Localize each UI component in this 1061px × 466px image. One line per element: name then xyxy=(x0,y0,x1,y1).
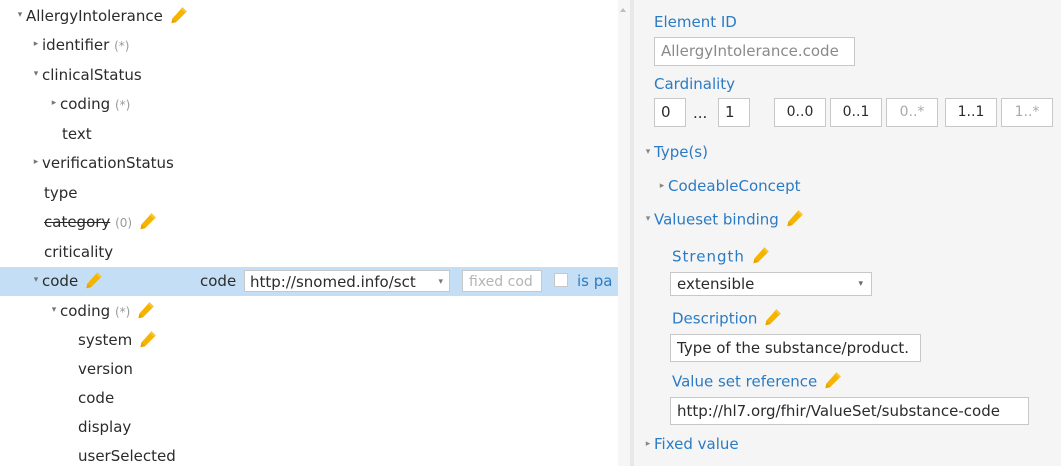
cardinality-hint: (*) xyxy=(114,305,131,319)
chevron-down-icon: ▾ xyxy=(438,277,443,287)
chevron-down-icon[interactable]: ▾ xyxy=(48,296,60,325)
valueset-binding-section-header[interactable]: ▾ Valueset binding xyxy=(642,210,805,230)
chevron-down-icon: ▾ xyxy=(858,279,863,289)
tree-row-label: type xyxy=(44,184,78,202)
fixed-value-label: Fixed value xyxy=(654,435,739,453)
cardinality-hint: (0) xyxy=(115,216,133,230)
strength-select-value: extensible xyxy=(677,275,755,293)
tree-row-identifier[interactable]: ▸ identifier (*) xyxy=(0,31,618,60)
chevron-down-icon: ▾ xyxy=(645,214,651,224)
tree-row-label: identifier xyxy=(42,36,110,54)
chevron-right-icon[interactable]: ▸ xyxy=(30,148,42,177)
tree-row-clinicalstatus[interactable]: ▾ clinicalStatus xyxy=(0,61,618,90)
tree-row-label: version xyxy=(78,360,133,378)
valueset-reference-label-row: Value set reference xyxy=(672,372,843,392)
cardinality-preset-0-0[interactable]: 0..0 xyxy=(774,98,826,127)
tree-row-display[interactable]: display xyxy=(0,413,618,442)
cardinality-preset-1-1[interactable]: 1..1 xyxy=(945,98,997,127)
strength-label-row: Strength xyxy=(672,247,771,267)
pencil-icon[interactable] xyxy=(823,370,843,390)
pencil-icon[interactable] xyxy=(169,5,189,25)
tree-row-allergyintolerance[interactable]: ▾ AllergyIntolerance xyxy=(0,2,618,31)
tree-row-label: code xyxy=(42,272,79,290)
tree-row-label: system xyxy=(78,331,133,349)
cardinality-hint: (*) xyxy=(114,98,131,112)
cardinality-hint: (*) xyxy=(114,39,130,53)
tree-row-label: criticality xyxy=(44,243,114,261)
tree-row-label: code xyxy=(78,389,115,407)
is-pattern-label: is pa xyxy=(577,272,613,290)
tree-row-label: verificationStatus xyxy=(42,154,174,172)
tree-row-label: display xyxy=(78,418,132,436)
pencil-icon[interactable] xyxy=(138,329,158,349)
types-label: Type(s) xyxy=(654,143,708,161)
tree-row-verificationstatus[interactable]: ▸ verificationStatus xyxy=(0,149,618,178)
cardinality-max-input[interactable]: 1 xyxy=(718,98,750,127)
pencil-icon[interactable] xyxy=(84,270,104,290)
strength-label: Strength xyxy=(672,247,745,266)
valueset-reference-label: Value set reference xyxy=(672,372,818,391)
cardinality-preset-0-1[interactable]: 0..1 xyxy=(830,98,882,127)
tree-row-clinicalstatus-text[interactable]: text xyxy=(0,120,618,149)
valueset-binding-label: Valueset binding xyxy=(654,210,779,229)
element-tree: ▾ AllergyIntolerance ▸ identifier (*) ▾ cli… xyxy=(0,0,618,466)
type-item-label: CodeableConcept xyxy=(668,177,801,195)
pencil-icon[interactable] xyxy=(751,245,771,265)
tree-row-code-selected[interactable]: ▾ code code http://snomed.info/sct ▾ fixed… xyxy=(0,267,618,296)
tree-row-code-coding[interactable]: ▾ coding (*) xyxy=(0,297,618,326)
tree-row-label: text xyxy=(62,125,92,143)
tree-row-type[interactable]: type xyxy=(0,179,618,208)
tree-scrollbar[interactable] xyxy=(618,0,630,466)
tree-row-system[interactable]: system xyxy=(0,326,618,355)
tree-row-label: userSelected xyxy=(78,447,176,465)
strength-select[interactable]: extensible ▾ xyxy=(670,272,872,296)
chevron-down-icon[interactable]: ▾ xyxy=(30,266,42,295)
is-pattern-checkbox[interactable] xyxy=(554,273,568,287)
types-section-header[interactable]: ▾ Type(s) xyxy=(642,143,708,161)
tree-row-label: coding xyxy=(60,302,111,320)
tree-row-version[interactable]: version xyxy=(0,355,618,384)
tree-row-label: clinicalStatus xyxy=(42,66,142,84)
system-select-value: http://snomed.info/sct xyxy=(250,273,416,291)
fixed-value-section-header[interactable]: ▸ Fixed value xyxy=(642,435,739,453)
tree-row-label: AllergyIntolerance xyxy=(26,7,163,25)
chevron-right-icon[interactable]: ▸ xyxy=(48,89,60,118)
cardinality-preset-0-many[interactable]: 0..* xyxy=(886,98,938,127)
valueset-reference-input[interactable]: http://hl7.org/fhir/ValueSet/substance-c… xyxy=(670,397,1029,425)
system-select[interactable]: http://snomed.info/sct ▾ xyxy=(244,270,450,292)
cardinality-min-input[interactable]: 0 xyxy=(654,98,686,127)
element-id-field: AllergyIntolerance.code xyxy=(654,37,855,66)
type-item-codeableconcept[interactable]: ▸ CodeableConcept xyxy=(656,177,801,195)
scroll-up-arrow-icon[interactable] xyxy=(620,8,626,12)
pencil-icon[interactable] xyxy=(136,300,156,320)
pencil-icon[interactable] xyxy=(763,307,783,327)
chevron-right-icon[interactable]: ▸ xyxy=(30,30,42,59)
chevron-down-icon[interactable]: ▾ xyxy=(30,60,42,89)
tree-row-clinicalstatus-coding[interactable]: ▸ coding (*) xyxy=(0,90,618,119)
chevron-down-icon[interactable]: ▾ xyxy=(14,1,26,30)
tree-row-criticality[interactable]: criticality xyxy=(0,238,618,267)
description-label-row: Description xyxy=(672,309,783,329)
fixed-code-input[interactable]: fixed cod xyxy=(462,270,542,292)
tree-row-label: category xyxy=(44,213,111,231)
element-id-label: Element ID xyxy=(654,13,737,31)
tree-row-userselected[interactable]: userSelected xyxy=(0,442,618,466)
pencil-icon[interactable] xyxy=(138,211,158,231)
tree-row-category[interactable]: category (0) xyxy=(0,208,618,237)
chevron-right-icon: ▸ xyxy=(659,180,665,191)
element-details-panel: Element ID AllergyIntolerance.code Cardi… xyxy=(634,0,1061,466)
inline-editor-label: code xyxy=(200,272,237,290)
inline-binding-editor: code http://snomed.info/sct ▾ fixed cod i… xyxy=(200,267,612,296)
cardinality-preset-1-many[interactable]: 1..* xyxy=(1001,98,1053,127)
chevron-right-icon: ▸ xyxy=(645,438,651,449)
description-label: Description xyxy=(672,309,758,328)
pencil-icon[interactable] xyxy=(785,208,805,228)
description-input[interactable]: Type of the substance/product. xyxy=(670,334,921,362)
tree-row-label: coding xyxy=(60,95,111,113)
cardinality-label: Cardinality xyxy=(654,75,736,93)
tree-row-code-code[interactable]: code xyxy=(0,384,618,413)
chevron-down-icon: ▾ xyxy=(645,146,651,157)
cardinality-separator: ... xyxy=(693,104,708,122)
